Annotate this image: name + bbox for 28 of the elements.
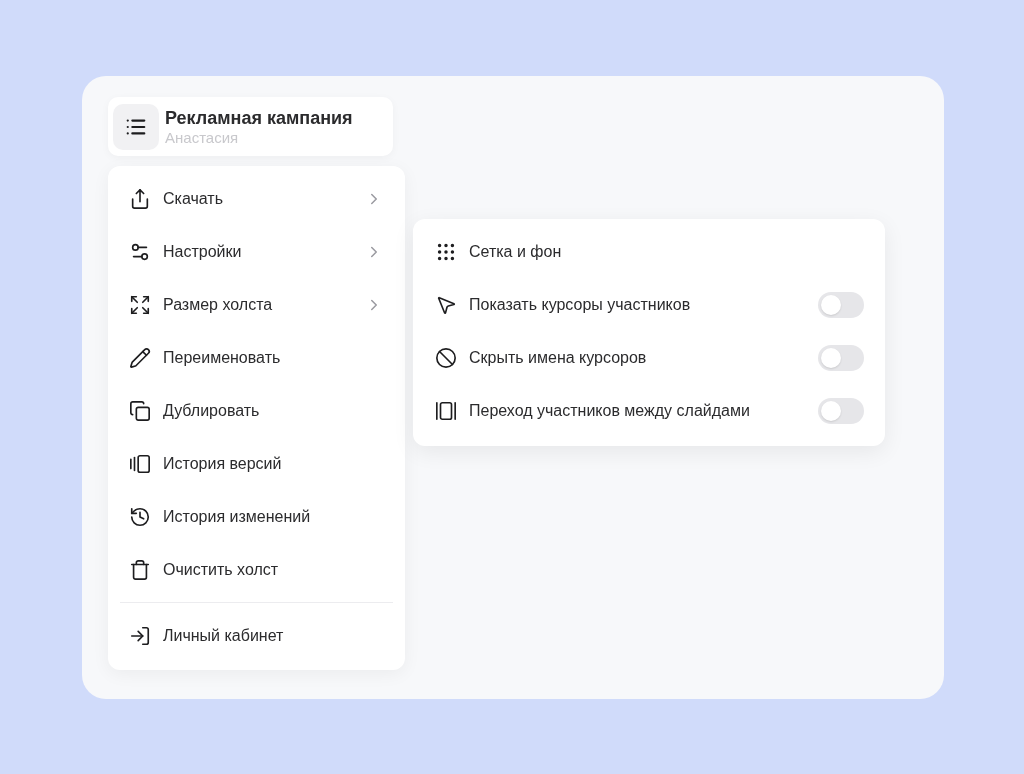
- menu-item[interactable]: Дублировать: [108, 384, 405, 437]
- board-title: Рекламная кампания: [165, 106, 353, 129]
- pencil-icon: [129, 346, 151, 369]
- circle-slash-icon: [435, 346, 457, 369]
- slides-stack-icon: [129, 452, 151, 475]
- expand-arrows-icon: [129, 293, 151, 316]
- upload-icon: [129, 187, 151, 210]
- copy-icon: [129, 399, 151, 422]
- trash-icon: [129, 558, 151, 581]
- toggle-switch[interactable]: [818, 344, 864, 371]
- menu-item[interactable]: Скачать: [108, 172, 405, 225]
- menu-item[interactable]: Переименовать: [108, 331, 405, 384]
- toggle-label: Переход участников между слайдами: [469, 400, 751, 421]
- menu-item[interactable]: Настройки: [108, 225, 405, 278]
- slide-frame-icon: [435, 399, 457, 422]
- menu-item[interactable]: Личный кабинет: [108, 609, 405, 662]
- toggle-label: Скрыть имена курсоров: [469, 347, 648, 368]
- menu-item[interactable]: История изменений: [108, 490, 405, 543]
- toggle-switch[interactable]: [818, 397, 864, 424]
- menu-button[interactable]: [113, 103, 159, 150]
- history-icon: [129, 505, 151, 528]
- toggle-label: Показать курсоры участников: [469, 294, 692, 315]
- login-icon: [129, 624, 151, 647]
- menu-item[interactable]: Очистить холст: [108, 543, 405, 596]
- menu-item[interactable]: Сетка и фон: [413, 225, 885, 278]
- toggle-switch[interactable]: [818, 291, 864, 318]
- menu-item[interactable]: Размер холста: [108, 278, 405, 331]
- menu-item[interactable]: История версий: [108, 437, 405, 490]
